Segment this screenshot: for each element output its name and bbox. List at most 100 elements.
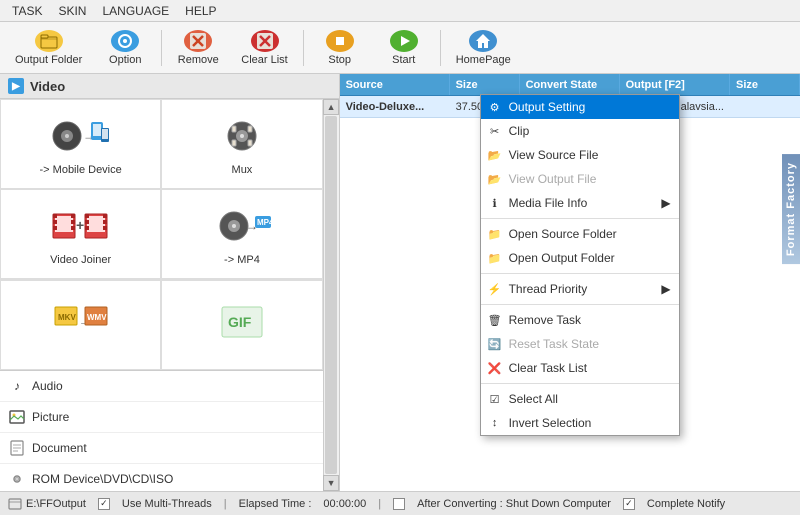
remove-icon — [184, 30, 212, 52]
elapsed-time: 00:00:00 — [323, 498, 366, 510]
mobile-device-item[interactable]: → -> Mobile Device — [0, 99, 161, 189]
ctx-remove-task[interactable]: 🗑 Remove Task — [481, 308, 679, 332]
ctx-output-setting[interactable]: ⚙ Output Setting — [481, 95, 679, 119]
menu-language[interactable]: LANGUAGE — [94, 2, 177, 20]
output-path-item: E:\FFOutput — [8, 497, 86, 511]
ctx-open-source-folder[interactable]: 📁 Open Source Folder — [481, 222, 679, 246]
ctx-thread-priority[interactable]: ⚡ Thread Priority ▶ — [481, 277, 679, 301]
folder-icon — [35, 30, 63, 52]
output-setting-icon: ⚙ — [487, 99, 503, 115]
audio-category[interactable]: ♪ Audio — [0, 371, 323, 402]
thread-priority-icon: ⚡ — [487, 281, 503, 297]
mux-item[interactable]: Mux — [161, 99, 322, 189]
toolbar-sep-3 — [440, 30, 441, 66]
stop-label: Stop — [328, 54, 351, 66]
picture-category[interactable]: Picture — [0, 402, 323, 433]
document-category[interactable]: Document — [0, 433, 323, 464]
view-output-icon: 📂 — [487, 171, 503, 187]
ctx-clip[interactable]: ✂ Clip — [481, 119, 679, 143]
cell-size2-0 — [730, 105, 800, 109]
reset-task-icon: 🔄 — [487, 336, 503, 352]
multi-threads-checkbox[interactable] — [98, 498, 110, 510]
picture-icon — [8, 408, 26, 426]
mp4-label: -> MP4 — [224, 254, 260, 266]
toolbar: Output Folder Option Remove Clear List S… — [0, 22, 800, 74]
start-label: Start — [392, 54, 415, 66]
complete-notify-checkbox[interactable] — [623, 498, 635, 510]
picture-label: Picture — [32, 410, 69, 424]
ctx-media-info-label: Media File Info — [509, 196, 588, 210]
scroll-down-arrow[interactable]: ▼ — [323, 475, 339, 491]
video-joiner-label: Video Joiner — [50, 254, 111, 266]
mobile-device-label: -> Mobile Device — [40, 164, 122, 176]
scroll-thumb[interactable] — [325, 116, 337, 474]
stop-button[interactable]: Stop — [310, 26, 370, 70]
ctx-invert-selection-label: Invert Selection — [509, 416, 592, 430]
document-label: Document — [32, 441, 87, 455]
option-label: Option — [109, 54, 141, 66]
option-button[interactable]: Option — [95, 26, 155, 70]
video-joiner-item[interactable]: + Video — [0, 189, 161, 279]
ctx-open-source-folder-label: Open Source Folder — [509, 227, 617, 241]
output-path-text: E:\FFOutput — [26, 498, 86, 510]
status-sep-1: | — [224, 498, 227, 510]
status-bar: E:\FFOutput Use Multi-Threads | Elapsed … — [0, 491, 800, 515]
ctx-view-output: 📂 View Output File — [481, 167, 679, 191]
ctx-sep-1 — [481, 218, 679, 219]
output-folder-button[interactable]: Output Folder — [6, 26, 91, 70]
menu-skin[interactable]: SKIN — [50, 2, 94, 20]
menu-help[interactable]: HELP — [177, 2, 224, 20]
elapsed-label: Elapsed Time : — [239, 498, 312, 510]
after-convert-label: After Converting : Shut Down Computer — [417, 498, 611, 510]
left-panel-content: → -> Mobile Device — [0, 99, 339, 491]
category-list: ♪ Audio Picture Document — [0, 370, 323, 491]
ctx-clear-task-list[interactable]: ❌ Clear Task List — [481, 356, 679, 380]
media-info-arrow: ▶ — [661, 196, 670, 210]
svg-text:WMV: WMV — [87, 313, 107, 322]
ctx-media-info[interactable]: ℹ Media File Info ▶ — [481, 191, 679, 215]
start-button[interactable]: Start — [374, 26, 434, 70]
mux-label: Mux — [232, 164, 253, 176]
right-panel: Source Size Convert State Output [F2] Si… — [340, 74, 800, 491]
toolbar-sep-1 — [161, 30, 162, 66]
ctx-view-output-label: View Output File — [509, 172, 597, 186]
ctx-open-output-folder[interactable]: 📁 Open Output Folder — [481, 246, 679, 270]
remove-label: Remove — [178, 54, 219, 66]
home-icon — [469, 30, 497, 52]
clear-list-button[interactable]: Clear List — [232, 26, 296, 70]
video-icon: ▶ — [8, 78, 24, 94]
ctx-select-all[interactable]: ☑ Select All — [481, 387, 679, 411]
svg-text:GIF: GIF — [228, 314, 252, 330]
item-row3-col1[interactable]: MKV → WMV — [0, 280, 161, 370]
ctx-sep-2 — [481, 273, 679, 274]
view-source-icon: 📂 — [487, 147, 503, 163]
mp4-item[interactable]: → MP4 -> MP4 — [161, 189, 322, 279]
document-icon — [8, 439, 26, 457]
svg-text:MP4: MP4 — [257, 218, 274, 227]
left-panel-title: Video — [30, 79, 65, 94]
rom-category[interactable]: ROM Device\DVD\CD\ISO — [0, 464, 323, 491]
ctx-reset-task: 🔄 Reset Task State — [481, 332, 679, 356]
gif-item[interactable]: GIF — [161, 280, 322, 370]
ctx-invert-selection[interactable]: ↕ Invert Selection — [481, 411, 679, 435]
row3-col1-icon: MKV → WMV — [49, 299, 113, 347]
right-panel-header: Source Size Convert State Output [F2] Si… — [340, 74, 800, 96]
stop-icon — [326, 30, 354, 52]
remove-button[interactable]: Remove — [168, 26, 228, 70]
left-panel-scrollbar[interactable]: ▲ ▼ — [323, 99, 339, 491]
option-icon — [111, 30, 139, 52]
ctx-view-source[interactable]: 📂 View Source File — [481, 143, 679, 167]
output-path-icon — [8, 497, 22, 511]
after-convert-checkbox[interactable] — [393, 498, 405, 510]
context-menu: ⚙ Output Setting ✂ Clip 📂 View Source Fi… — [480, 94, 680, 436]
svg-text:MKV: MKV — [58, 313, 76, 322]
scroll-up-arrow[interactable]: ▲ — [323, 99, 339, 115]
ctx-open-output-folder-label: Open Output Folder — [509, 251, 615, 265]
svg-text:+: + — [76, 217, 84, 233]
ctx-thread-priority-label: Thread Priority — [509, 282, 588, 296]
clip-icon: ✂ — [487, 123, 503, 139]
output-folder-label: Output Folder — [15, 54, 82, 66]
homepage-button[interactable]: HomePage — [447, 26, 520, 70]
col-size2-header: Size — [730, 74, 800, 95]
menu-task[interactable]: TASK — [4, 2, 50, 20]
